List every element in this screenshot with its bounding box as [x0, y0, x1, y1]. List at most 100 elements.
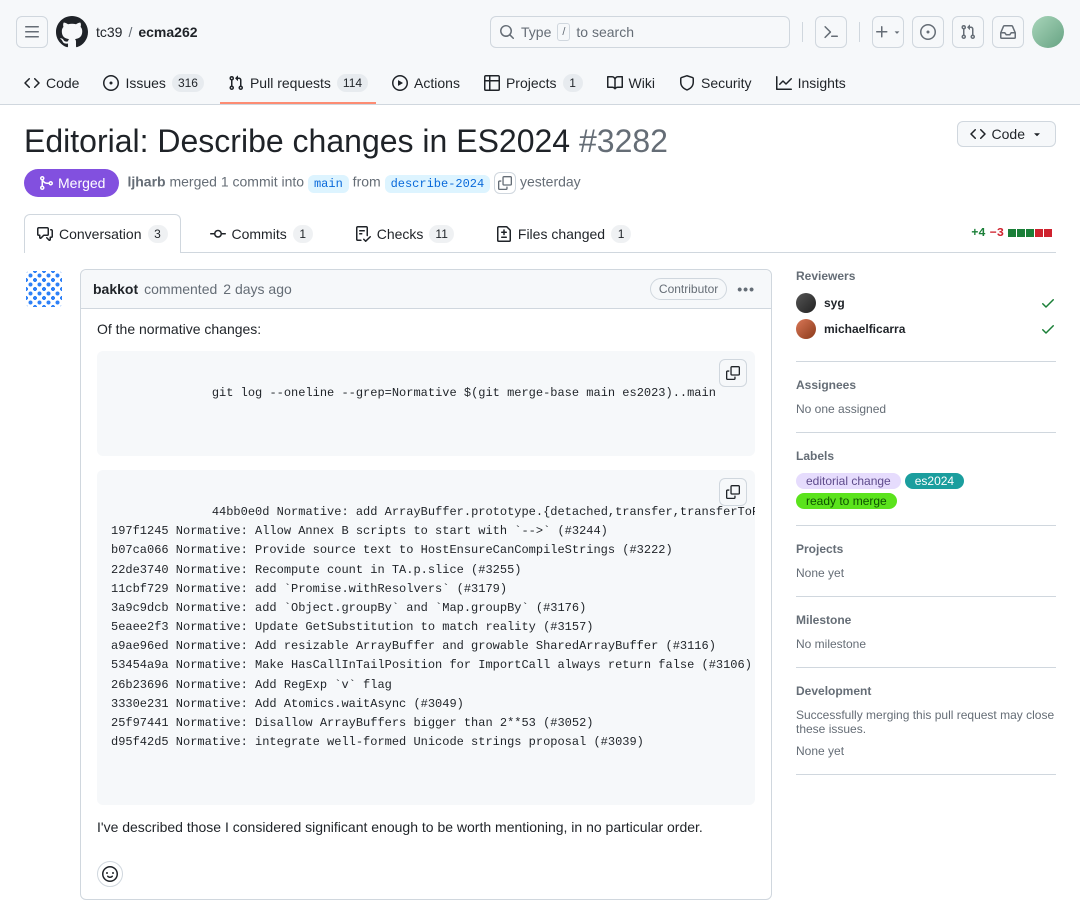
issues-button[interactable] — [912, 16, 944, 48]
copy-icon — [498, 176, 512, 190]
state-badge: Merged — [24, 169, 119, 197]
head-branch[interactable]: describe-2024 — [385, 175, 491, 193]
tab-projects[interactable]: Projects 1 — [476, 64, 591, 104]
shield-icon — [679, 75, 695, 91]
add-reaction-button[interactable] — [97, 861, 123, 887]
search-kbd: / — [557, 23, 570, 41]
divider — [859, 22, 860, 42]
copy-code-button[interactable] — [719, 359, 747, 387]
copy-code-button[interactable] — [719, 478, 747, 506]
base-branch[interactable]: main — [308, 175, 349, 193]
comment-author-avatar[interactable] — [24, 269, 64, 309]
copy-icon — [726, 366, 740, 380]
code-block-2: 44bb0e0d Normative: add ArrayBuffer.prot… — [97, 470, 755, 805]
breadcrumb: tc39 / ecma262 — [96, 24, 198, 40]
notifications-button[interactable] — [992, 16, 1024, 48]
command-palette-button[interactable] — [815, 16, 847, 48]
reviewer-avatar — [796, 293, 816, 313]
user-avatar[interactable] — [1032, 16, 1064, 48]
merge-description: ljharb merged 1 commit into main from de… — [127, 172, 580, 194]
tab-checks[interactable]: Checks 11 — [342, 214, 467, 253]
tab-actions[interactable]: Actions — [384, 65, 468, 103]
smiley-icon — [102, 866, 118, 882]
merge-time: yesterday — [520, 174, 581, 190]
code-dropdown-button[interactable]: Code — [957, 121, 1056, 147]
comment-action: commented — [144, 281, 217, 297]
tab-security[interactable]: Security — [671, 65, 760, 103]
mark-github-icon — [56, 16, 88, 48]
triangle-down-icon — [1031, 128, 1043, 140]
issue-opened-icon — [103, 75, 119, 91]
comment-author[interactable]: bakkot — [93, 281, 138, 297]
tab-pull-requests[interactable]: Pull requests 114 — [220, 64, 376, 104]
code-icon — [970, 126, 986, 142]
git-pull-request-icon — [228, 75, 244, 91]
command-palette-icon — [823, 24, 839, 40]
search-placeholder-pre: Type — [521, 24, 551, 40]
sidebar-milestone-title[interactable]: Milestone — [796, 613, 1056, 627]
merge-user[interactable]: ljharb — [127, 174, 165, 190]
tab-files-changed[interactable]: Files changed 1 — [483, 214, 644, 253]
label-pill[interactable]: es2024 — [905, 473, 964, 489]
reviewer-avatar — [796, 319, 816, 339]
projects-none: None yet — [796, 566, 1056, 580]
code-block-1: git log --oneline --grep=Normative $(git… — [97, 351, 755, 456]
checklist-icon — [355, 226, 371, 242]
search-icon — [499, 24, 515, 40]
tab-wiki[interactable]: Wiki — [599, 65, 663, 103]
breadcrumb-separator: / — [128, 24, 132, 40]
reviewer-item[interactable]: michaelficarra — [796, 319, 1056, 339]
tab-commits[interactable]: Commits 1 — [197, 214, 326, 253]
tab-conversation[interactable]: Conversation 3 — [24, 214, 181, 253]
git-commit-icon — [210, 226, 226, 242]
github-logo[interactable] — [56, 16, 88, 48]
development-none: None yet — [796, 744, 1056, 758]
triangle-down-icon — [892, 27, 902, 37]
sidebar-reviewers-title[interactable]: Reviewers — [796, 269, 1056, 283]
comment-actions-menu[interactable]: ••• — [733, 281, 759, 297]
comment-para-2: I've described those I considered signif… — [97, 819, 755, 835]
projects-count: 1 — [563, 74, 583, 92]
copy-icon — [726, 485, 740, 499]
pulls-count: 114 — [337, 74, 368, 92]
sidebar-development-title[interactable]: Development — [796, 684, 1056, 698]
issue-opened-icon — [920, 24, 936, 40]
breadcrumb-repo[interactable]: ecma262 — [138, 24, 197, 40]
divider — [802, 22, 803, 42]
plus-icon — [874, 24, 890, 40]
tab-code[interactable]: Code — [16, 65, 87, 103]
git-pull-request-icon — [960, 24, 976, 40]
git-merge-icon — [38, 175, 54, 191]
pr-number: #3282 — [579, 123, 668, 159]
label-pill[interactable]: editorial change — [796, 473, 901, 489]
sidebar-labels-title[interactable]: Labels — [796, 449, 1056, 463]
sidebar-assignees-title[interactable]: Assignees — [796, 378, 1056, 392]
page-title: Editorial: Describe changes in ES2024 #3… — [24, 121, 668, 161]
code-icon — [24, 75, 40, 91]
reviewer-item[interactable]: syg — [796, 293, 1056, 313]
breadcrumb-owner[interactable]: tc39 — [96, 24, 122, 40]
tab-insights[interactable]: Insights — [768, 65, 854, 103]
check-icon — [1040, 321, 1056, 337]
pull-requests-button[interactable] — [952, 16, 984, 48]
assignees-none: No one assigned — [796, 402, 1056, 416]
comment-para-1: Of the normative changes: — [97, 321, 755, 337]
file-diff-icon — [496, 226, 512, 242]
sidebar-projects-title[interactable]: Projects — [796, 542, 1056, 556]
tab-issues[interactable]: Issues 316 — [95, 64, 212, 104]
milestone-none: No milestone — [796, 637, 1056, 651]
comment-time[interactable]: 2 days ago — [223, 281, 292, 297]
check-icon — [1040, 295, 1056, 311]
book-icon — [607, 75, 623, 91]
table-icon — [484, 75, 500, 91]
search-input[interactable]: Type / to search — [490, 16, 790, 48]
three-bars-icon — [24, 24, 40, 40]
copy-branch-button[interactable] — [494, 172, 516, 194]
development-text: Successfully merging this pull request m… — [796, 708, 1056, 736]
label-pill[interactable]: ready to merge — [796, 493, 897, 509]
comment-discussion-icon — [37, 226, 53, 242]
author-role-badge: Contributor — [650, 278, 727, 300]
inbox-icon — [1000, 24, 1016, 40]
create-new-button[interactable] — [872, 16, 904, 48]
hamburger-menu-button[interactable] — [16, 16, 48, 48]
